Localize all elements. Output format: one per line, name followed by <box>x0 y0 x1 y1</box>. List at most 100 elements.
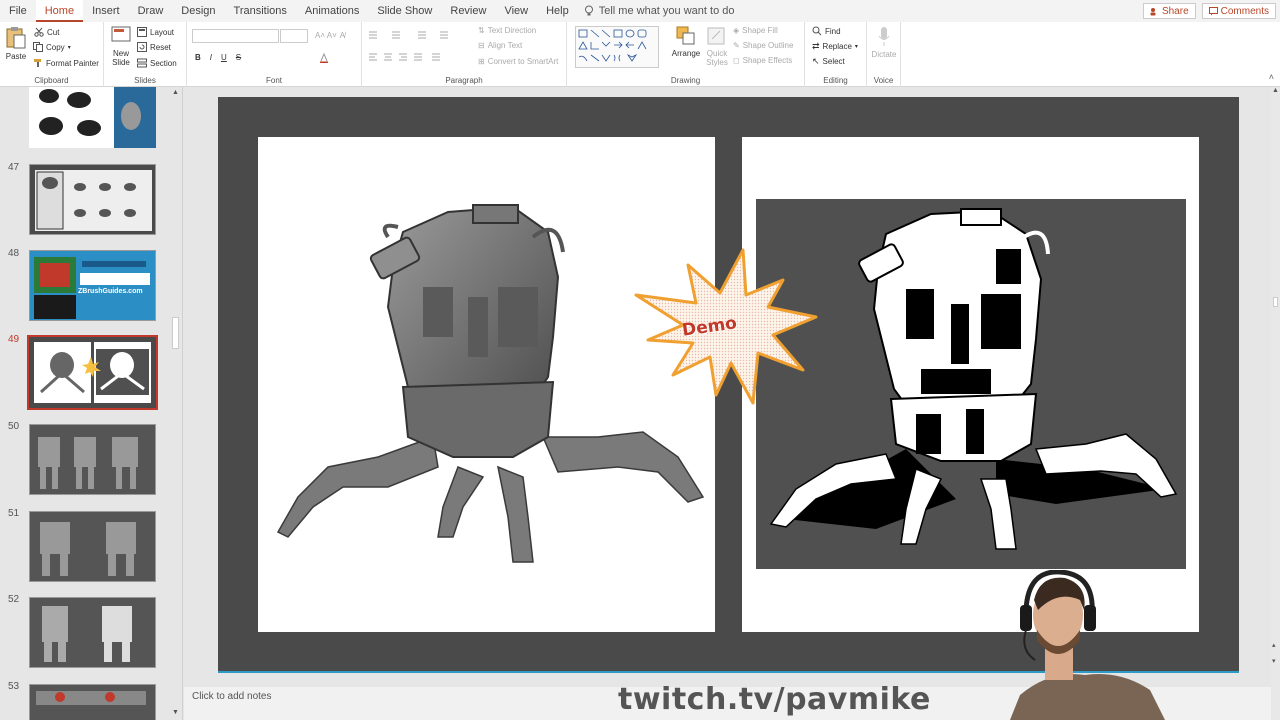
slide-thumbnail-46[interactable] <box>29 87 156 148</box>
shape-effects-button[interactable]: ◻ Shape Effects <box>733 56 792 65</box>
select-button[interactable]: ↖ Select <box>812 56 845 67</box>
copy-button[interactable]: Copy ▾ <box>33 42 71 52</box>
section-button[interactable]: Section <box>137 58 177 68</box>
tab-animations[interactable]: Animations <box>296 0 368 22</box>
comments-button[interactable]: Comments <box>1201 3 1276 19</box>
tab-draw[interactable]: Draw <box>129 0 173 22</box>
slide-49-preview <box>29 337 156 408</box>
paint-bucket-icon: ◈ <box>733 26 740 35</box>
alignment-buttons[interactable] <box>368 53 460 62</box>
select-label: Select <box>822 57 845 66</box>
convert-smartart-label: Convert to SmartArt <box>487 57 559 66</box>
tab-file[interactable]: File <box>0 0 36 22</box>
layout-label: Layout <box>150 27 175 37</box>
slide-number: 50 <box>8 421 20 432</box>
clipboard-group-label: Clipboard <box>34 76 69 85</box>
thumbnail-caption: ZBrushGuides.com <box>78 288 143 295</box>
clear-format-icon: A̸ <box>339 31 346 40</box>
font-group: A˄ A˅ A̸ B I U S Font <box>187 22 362 87</box>
shapes-gallery[interactable] <box>575 26 659 68</box>
slide-48-preview <box>30 251 155 320</box>
scroll-down-arrow-icon[interactable]: ▼ <box>172 709 179 716</box>
new-slide-button[interactable]: New Slide <box>108 25 134 67</box>
list-icons <box>369 31 448 39</box>
cut-button[interactable]: Cut <box>34 27 59 37</box>
share-label: Share <box>1161 5 1189 17</box>
new-slide-icon <box>111 26 131 42</box>
copy-label: Copy <box>46 42 65 52</box>
slide-thumbnail-48[interactable]: ZBrushGuides.com <box>29 250 156 321</box>
font-size-box[interactable] <box>280 29 308 43</box>
shapes-icons <box>578 29 647 62</box>
find-label: Find <box>825 26 841 36</box>
scroll-up-arrow-icon[interactable]: ▲ <box>1272 87 1279 94</box>
font-grow-buttons[interactable]: A˄ A˅ A̸ <box>315 31 345 40</box>
font-color-button[interactable] <box>319 53 329 63</box>
tab-help[interactable]: Help <box>537 0 578 22</box>
font-group-label: Font <box>265 76 282 85</box>
new-slide-label: New Slide <box>112 49 130 67</box>
share-icon <box>1150 7 1156 15</box>
slide-number: 49 <box>8 334 20 345</box>
shape-fill-button[interactable]: ◈ Shape Fill <box>733 26 778 35</box>
list-buttons[interactable] <box>368 31 460 40</box>
slide-thumbnail-52[interactable] <box>29 597 156 668</box>
paste-button[interactable]: Paste <box>3 26 29 61</box>
reset-button[interactable]: Reset <box>137 42 171 52</box>
slide-thumbnail-50[interactable] <box>29 424 156 495</box>
scissors-icon <box>34 27 44 37</box>
share-button[interactable]: Share <box>1142 3 1196 19</box>
tab-home[interactable]: Home <box>35 0 84 22</box>
tab-insert[interactable]: Insert <box>83 0 129 22</box>
powerpoint-window: File Home Insert Draw Design Transitions… <box>0 0 1280 720</box>
slide-thumbnail-53[interactable] <box>29 684 156 720</box>
shape-outline-button[interactable]: ✎ Shape Outline <box>733 41 793 50</box>
slide-thumbnail-51[interactable] <box>29 511 156 582</box>
align-text-label: Align Text <box>487 41 523 50</box>
bold-button[interactable]: B <box>195 53 201 62</box>
slide-51-preview <box>30 512 155 581</box>
text-direction-button[interactable]: ⇅ Text Direction <box>478 26 536 35</box>
scrollbar-thumb[interactable] <box>1273 297 1278 307</box>
tab-slide-show[interactable]: Slide Show <box>368 0 441 22</box>
replace-label: Replace <box>822 42 852 51</box>
italic-button[interactable]: I <box>210 53 212 62</box>
slide-number: 47 <box>8 162 20 173</box>
tab-design[interactable]: Design <box>172 0 224 22</box>
quick-styles-button[interactable]: Quick Styles <box>703 25 731 67</box>
slide-thumbnail-47[interactable] <box>29 164 156 235</box>
dictate-button[interactable]: Dictate <box>869 26 899 59</box>
webcam-overlay <box>1010 569 1170 720</box>
drawing-group: Arrange Quick Styles ◈ Shape Fill ✎ Shap… <box>567 22 805 87</box>
arrange-button[interactable]: Arrange <box>670 25 702 58</box>
find-button[interactable]: Find <box>812 26 841 36</box>
tab-review[interactable]: Review <box>441 0 495 22</box>
format-painter-button[interactable]: Format Painter <box>33 58 99 68</box>
replace-button[interactable]: ⇄ Replace ▾ <box>812 41 858 52</box>
prev-slide-icon[interactable]: ▴ <box>1272 641 1276 649</box>
copy-icon <box>33 42 43 52</box>
next-slide-icon[interactable]: ▾ <box>1272 657 1276 665</box>
slide-thumbnail-49[interactable] <box>27 335 158 410</box>
voice-group-label: Voice <box>873 76 894 85</box>
thumbnail-scrollbar[interactable]: ▲ ▼ <box>170 87 182 720</box>
arrange-label: Arrange <box>671 49 701 58</box>
scroll-up-arrow-icon[interactable]: ▲ <box>172 89 179 96</box>
collapse-ribbon-icon[interactable]: ˄ <box>1269 72 1274 82</box>
tab-transitions[interactable]: Transitions <box>225 0 296 22</box>
underline-button[interactable]: U <box>221 53 227 62</box>
scrollbar-thumb[interactable] <box>172 317 179 349</box>
align-text-button[interactable]: ⊟ Align Text <box>478 41 522 50</box>
font-name-box[interactable] <box>192 29 279 43</box>
align-text-icon: ⊟ <box>478 41 485 50</box>
drawing-group-label: Drawing <box>670 76 701 85</box>
layout-button[interactable]: Layout <box>137 27 174 37</box>
lightbulb-icon <box>584 5 593 16</box>
editor-scrollbar[interactable]: ▲ ▴ ▾ <box>1271 87 1280 720</box>
reset-label: Reset <box>150 42 171 52</box>
tell-me-search[interactable]: Tell me what you want to do <box>584 5 734 17</box>
slide-number: 48 <box>8 248 20 259</box>
strikethrough-button[interactable]: S <box>236 53 241 62</box>
convert-smartart-button[interactable]: ⊞ Convert to SmartArt <box>478 57 558 66</box>
tab-view[interactable]: View <box>495 0 537 22</box>
